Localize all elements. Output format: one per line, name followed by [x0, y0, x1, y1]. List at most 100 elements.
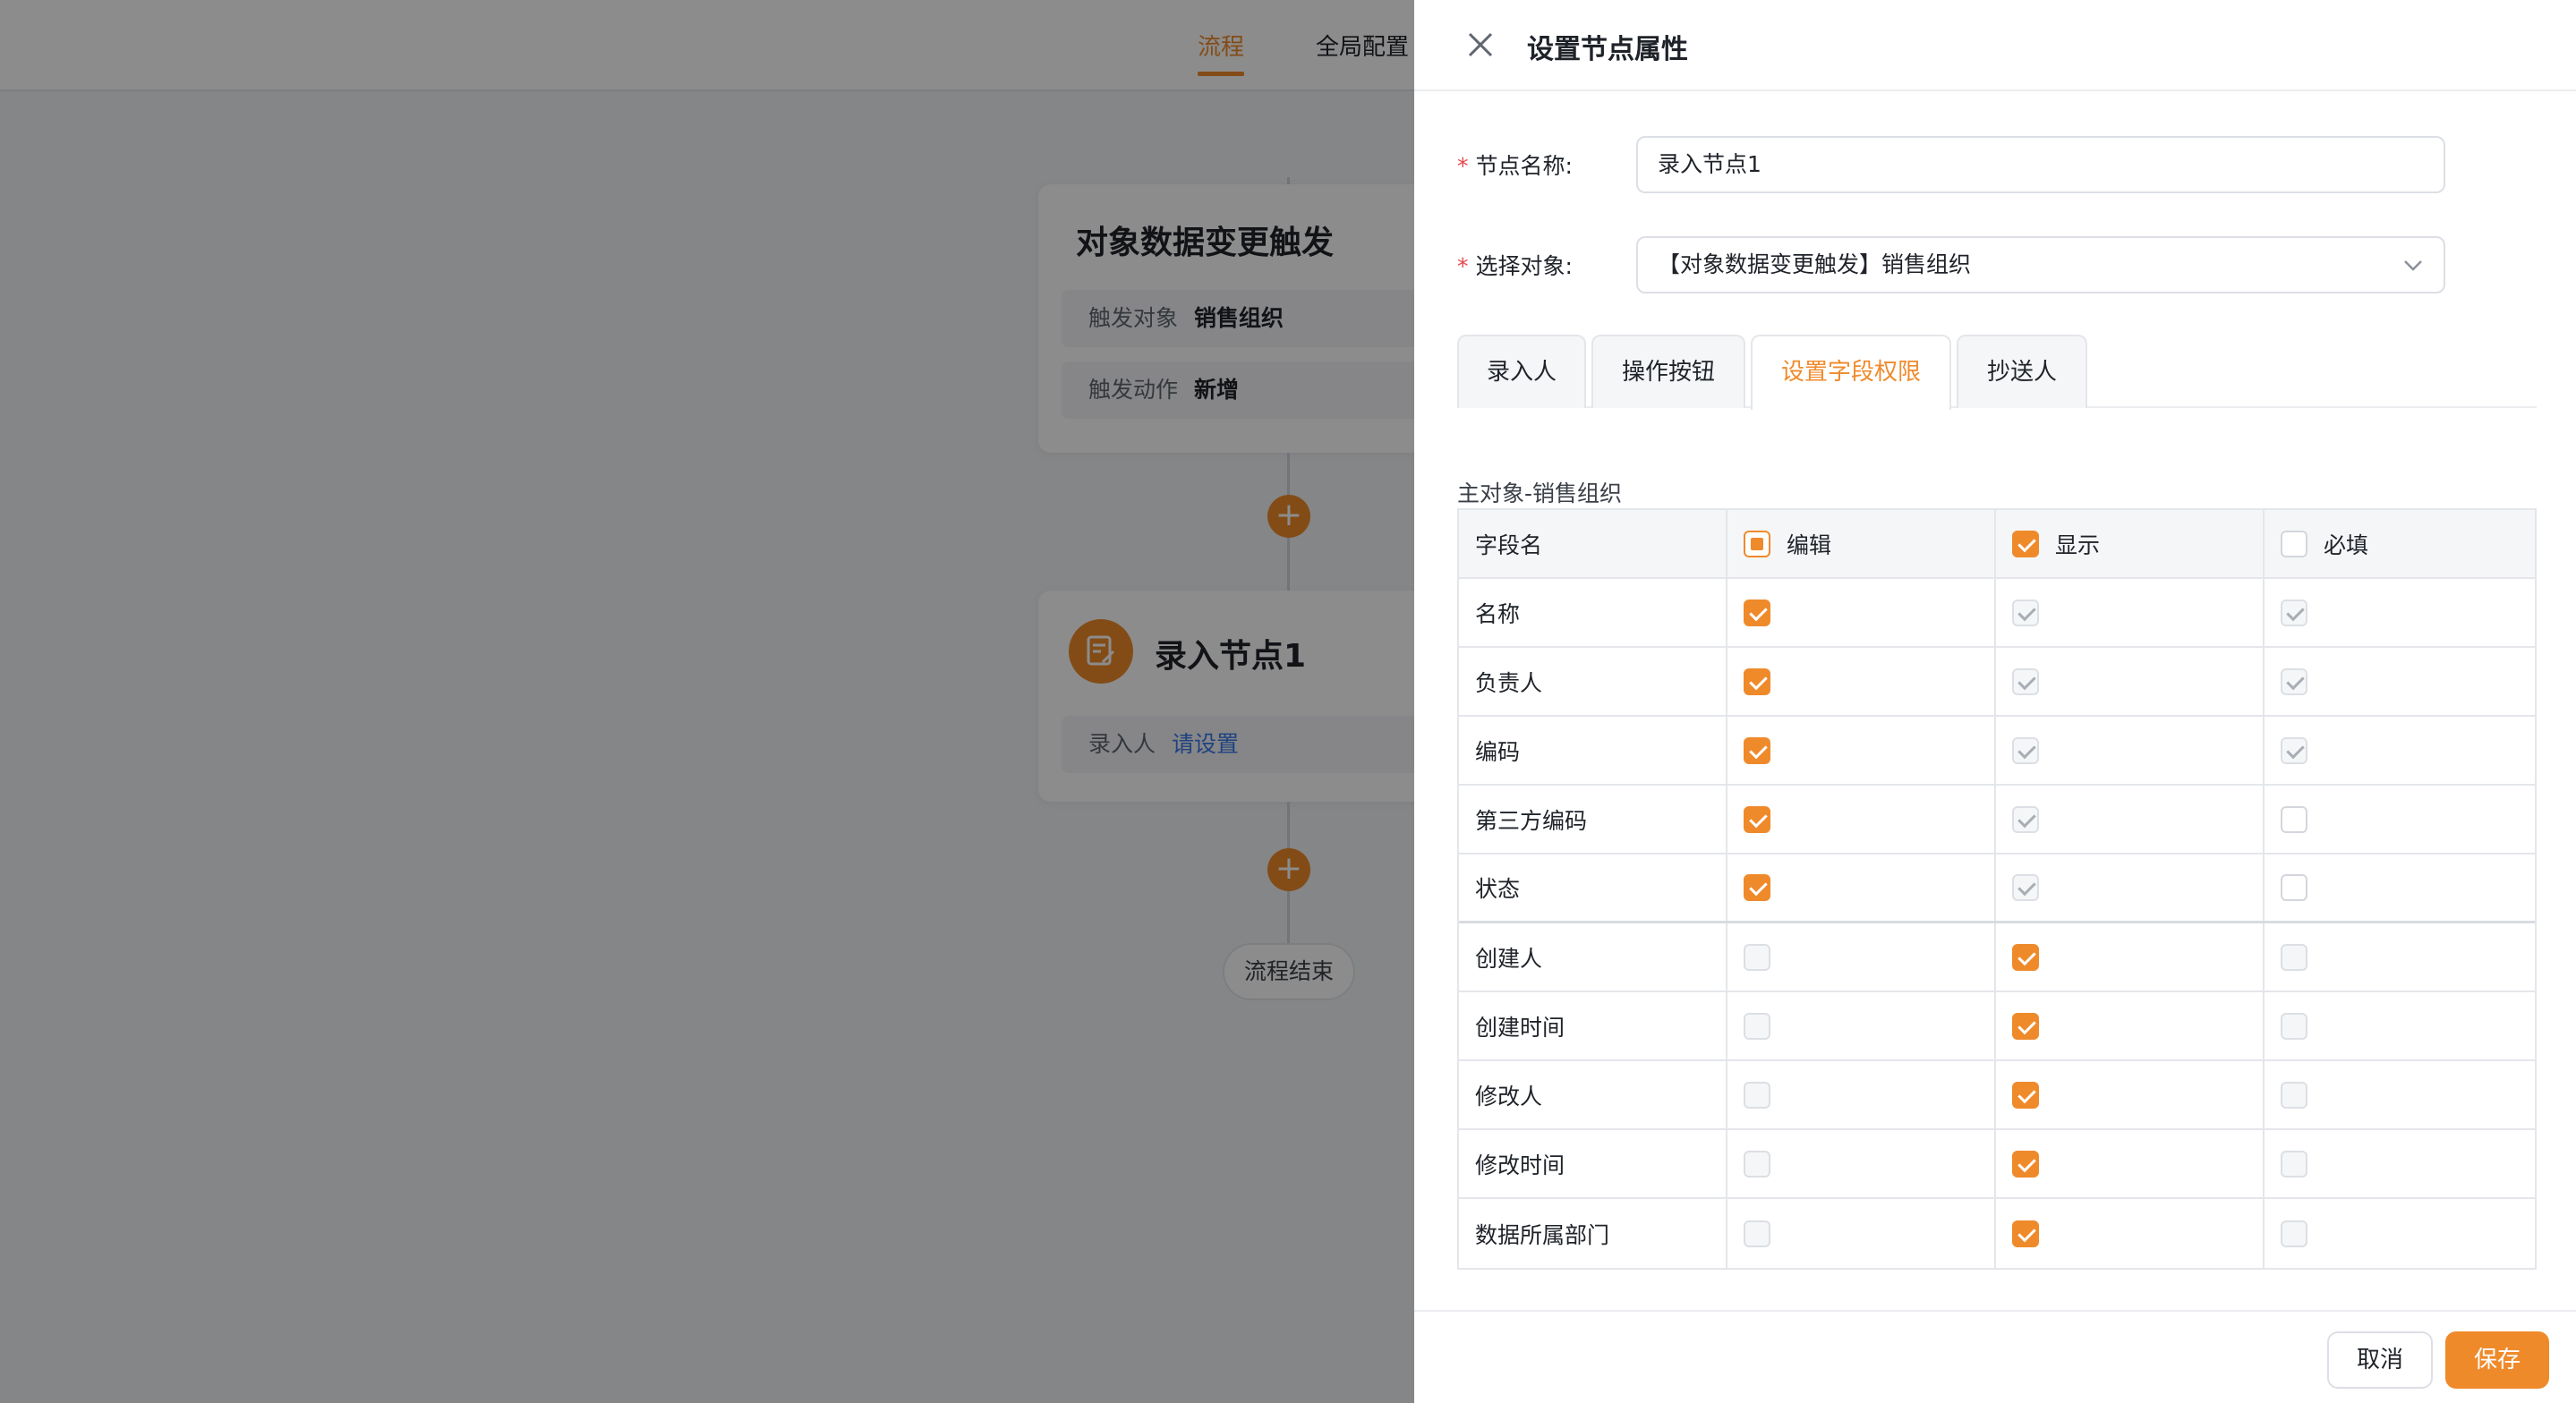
object-select[interactable]: 【对象数据变更触发】销售组织: [1636, 236, 2445, 293]
required-checkbox: [2281, 1220, 2307, 1247]
edit-cell: [1727, 855, 1996, 921]
required-cell: [2265, 1130, 2535, 1197]
show-checkbox[interactable]: [2012, 1150, 2039, 1178]
required-cell: [2265, 923, 2535, 991]
cancel-button[interactable]: 取消: [2327, 1331, 2433, 1389]
header-required-cell: 必填: [2265, 510, 2535, 577]
required-cell: [2265, 855, 2535, 921]
edit-checkbox: [1744, 1150, 1770, 1178]
show-cell: [1996, 923, 2265, 991]
required-cell: [2265, 1199, 2535, 1268]
show-cell: [1996, 992, 2265, 1059]
field-name-cell: 创建时间: [1459, 992, 1727, 1059]
table-body: 名称 负责人 编码 第三方编码 状态 创建人 创建时间 修改人 修改时间 数据所属部门: [1459, 579, 2535, 1268]
tab-field-permissions[interactable]: 设置字段权限: [1751, 335, 1951, 410]
object-select-value: 【对象数据变更触发】销售组织: [1658, 251, 1972, 277]
required-checkbox: [2281, 736, 2307, 764]
node-name-input[interactable]: 录入节点1: [1636, 136, 2445, 193]
required-checkbox: [2281, 667, 2307, 695]
show-checkbox[interactable]: [2012, 1220, 2039, 1247]
field-name-cell: 名称: [1459, 579, 1727, 646]
required-checkbox[interactable]: [2281, 874, 2307, 901]
table-row: 修改人: [1459, 1061, 2535, 1130]
edit-checkbox[interactable]: [1744, 667, 1770, 695]
edit-checkbox[interactable]: [1744, 599, 1770, 626]
edit-cell: [1727, 786, 1996, 853]
field-name-cell: 第三方编码: [1459, 786, 1727, 853]
required-checkbox: [2281, 1081, 2307, 1109]
edit-cell: [1727, 1199, 1996, 1268]
show-cell: [1996, 648, 2265, 715]
edit-cell: [1727, 648, 1996, 715]
table-row: 状态: [1459, 855, 2535, 923]
required-cell: [2265, 1061, 2535, 1128]
modal-mask[interactable]: [0, 0, 1414, 1403]
show-checkbox[interactable]: [2012, 1012, 2039, 1040]
show-cell: [1996, 1199, 2265, 1268]
show-cell: [1996, 579, 2265, 646]
show-checkbox: [2012, 736, 2039, 764]
close-icon[interactable]: [1463, 27, 1498, 63]
tab-action-buttons[interactable]: 操作按钮: [1591, 335, 1745, 408]
table-header-row: 字段名 编辑 显示 必填: [1459, 510, 2535, 579]
required-checkbox: [2281, 1150, 2307, 1178]
main-object-label: 主对象-销售组织: [1457, 480, 1623, 506]
header-field-name: 字段名: [1459, 510, 1727, 577]
save-button[interactable]: 保存: [2445, 1331, 2549, 1389]
show-cell: [1996, 786, 2265, 853]
edit-checkbox[interactable]: [1744, 736, 1770, 764]
field-name-cell: 负责人: [1459, 648, 1727, 715]
edit-checkbox[interactable]: [1744, 874, 1770, 901]
table-row: 第三方编码: [1459, 786, 2535, 855]
field-permission-table: 字段名 编辑 显示 必填 名称 负责人 编码 第三方编码 状态 创建人 创建时间 修改人 修改时…: [1457, 508, 2537, 1270]
show-checkbox[interactable]: [2012, 943, 2039, 971]
field-name-cell: 编码: [1459, 717, 1727, 784]
show-cell: [1996, 1061, 2265, 1128]
drawer-title: 设置节点属性: [1527, 34, 1688, 65]
header-required-label: 必填: [2324, 531, 2369, 558]
table-row: 名称: [1459, 579, 2535, 648]
show-checkbox: [2012, 599, 2039, 626]
field-name-cell: 修改人: [1459, 1061, 1727, 1128]
header-show-label: 显示: [2055, 531, 2101, 558]
header-show-cell: 显示: [1996, 510, 2265, 577]
header-edit-label: 编辑: [1787, 531, 1832, 558]
required-cell: [2265, 992, 2535, 1059]
field-name-cell: 数据所属部门: [1459, 1199, 1727, 1268]
required-checkbox: [2281, 1012, 2307, 1040]
node-name-label: * 节点名称:: [1457, 153, 1573, 179]
table-row: 创建时间: [1459, 992, 2535, 1061]
show-cell: [1996, 1130, 2265, 1197]
required-cell: [2265, 717, 2535, 784]
show-checkbox[interactable]: [2012, 1081, 2039, 1109]
table-row: 编码: [1459, 717, 2535, 786]
property-tabs: 录入人 操作按钮 设置字段权限 抄送人: [1457, 335, 2537, 410]
required-checkbox: [2281, 599, 2307, 626]
edit-checkbox: [1744, 1012, 1770, 1040]
edit-cell: [1727, 1130, 1996, 1197]
select-all-required-checkbox[interactable]: [2281, 530, 2307, 557]
tab-cc-recipients[interactable]: 抄送人: [1957, 335, 2087, 408]
table-row: 数据所属部门: [1459, 1199, 2535, 1268]
show-cell: [1996, 855, 2265, 921]
edit-checkbox: [1744, 1081, 1770, 1109]
tab-input-person[interactable]: 录入人: [1457, 335, 1586, 408]
required-checkbox[interactable]: [2281, 805, 2307, 833]
select-all-edit-checkbox[interactable]: [1744, 530, 1770, 557]
field-name-cell: 创建人: [1459, 923, 1727, 991]
show-cell: [1996, 717, 2265, 784]
show-checkbox: [2012, 874, 2039, 901]
field-name-cell: 状态: [1459, 855, 1727, 921]
select-all-show-checkbox[interactable]: [2012, 530, 2039, 557]
object-select-label: * 选择对象:: [1457, 253, 1573, 279]
edit-cell: [1727, 1061, 1996, 1128]
edit-checkbox: [1744, 943, 1770, 971]
required-cell: [2265, 579, 2535, 646]
edit-checkbox[interactable]: [1744, 805, 1770, 833]
edit-cell: [1727, 923, 1996, 991]
field-name-cell: 修改时间: [1459, 1130, 1727, 1197]
object-select-label-text: 选择对象:: [1475, 253, 1573, 279]
edit-cell: [1727, 992, 1996, 1059]
required-cell: [2265, 786, 2535, 853]
show-checkbox: [2012, 805, 2039, 833]
